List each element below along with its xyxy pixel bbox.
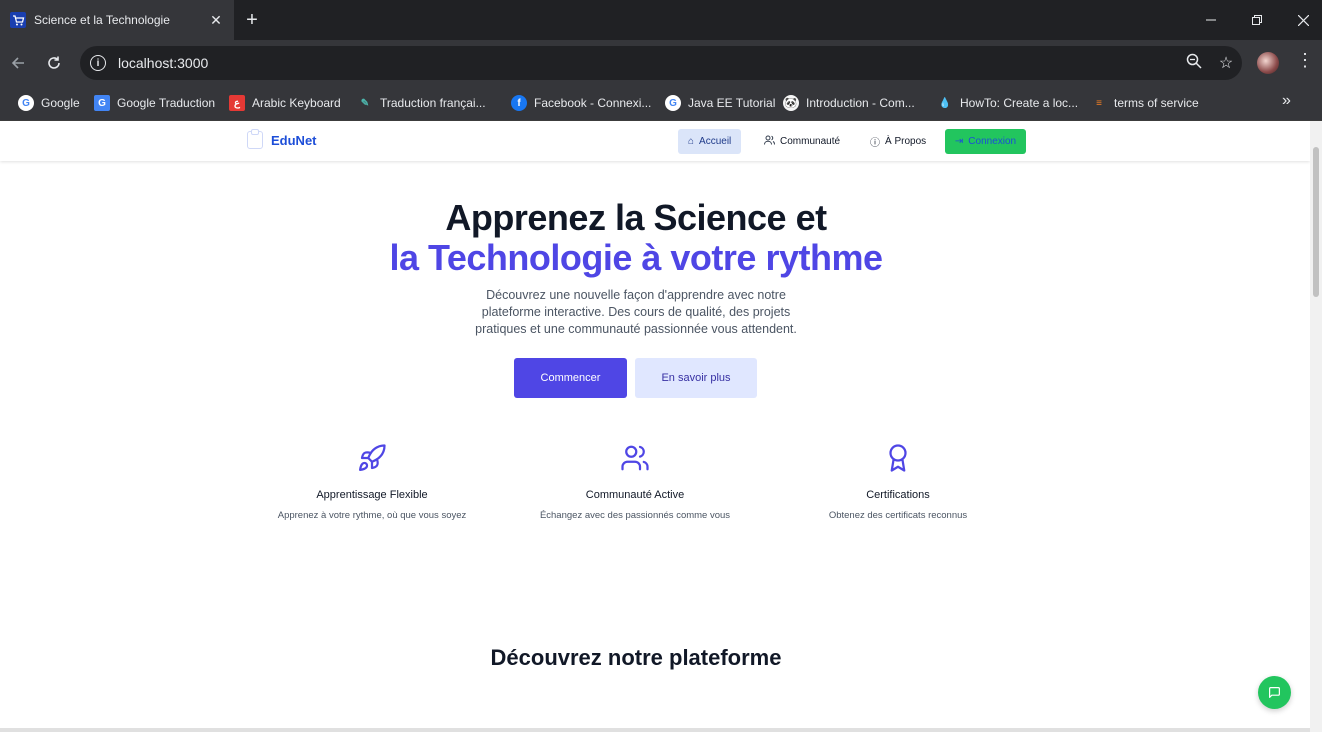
cart-icon [10,12,26,28]
bookmark-label: Facebook - Connexi... [534,96,652,110]
address-bar[interactable]: i localhost:3000 ☆ [80,46,1242,80]
info-icon: ⓘ [870,138,880,149]
bookmark-label: Arabic Keyboard [252,96,341,110]
users-icon [764,135,775,148]
award-icon [889,444,907,472]
bookmark-item[interactable]: f Facebook - Connexi... [511,93,651,113]
bookmark-label: Java EE Tutorial [688,96,776,110]
tab-strip: Science et la Technologie ✕ + [0,0,1322,40]
restore-button[interactable] [1234,0,1280,40]
clipboard-icon [247,129,263,149]
nav-link-home[interactable]: ⌂ Accueil [678,129,742,154]
home-icon: ⌂ [688,136,695,147]
feature-card: Certifications Obtenez des certificats r… [768,443,1028,521]
start-button[interactable]: Commencer [514,358,627,398]
brand-logo[interactable]: EduNet [247,129,317,149]
bookmarks-bar: G Google G Google Traduction ع Arabic Ke… [0,86,1322,121]
page-viewport: EduNet ⌂ Accueil Communauté ⓘ À Propos ⇥… [0,121,1310,732]
nav-link-community[interactable]: Communauté [754,129,850,154]
bookmark-item[interactable]: 💧 HowTo: Create a loc... [937,93,1078,113]
minimize-button[interactable] [1188,0,1234,40]
feature-card: Communauté Active Échangez avec des pass… [505,443,765,521]
reload-icon[interactable] [41,50,67,76]
hero-subtitle: Découvrez une nouvelle façon d'apprendre… [475,288,797,336]
translation-icon: ✎ [360,97,370,109]
horizontal-scrollbar[interactable] [0,728,1310,732]
bookmark-label: Traduction françai... [380,96,486,110]
nav-link-label: Accueil [699,136,732,147]
nav-link-label: À Propos [885,136,927,147]
profile-avatar[interactable] [1257,52,1279,74]
nav-link-about[interactable]: ⓘ À Propos [860,129,936,154]
bookmark-label: HowTo: Create a loc... [960,96,1079,110]
bookmark-label: terms of service [1114,96,1199,110]
bookmark-item[interactable]: 🐼 Introduction - Com... [783,93,915,113]
drupal-icon: 💧 [938,97,952,109]
bookmark-item[interactable]: ع Arabic Keyboard [229,93,341,113]
browser-tab[interactable]: Science et la Technologie ✕ [0,0,234,40]
site-navbar: EduNet ⌂ Accueil Communauté ⓘ À Propos ⇥… [0,121,1310,161]
feature-title: Apprentissage Flexible [316,489,428,501]
feature-title: Certifications [866,489,930,501]
hero-title-line2: la Technologie à votre rythme [389,237,883,278]
bookmark-label: Google [41,96,80,110]
menu-kebab-icon[interactable]: ⋮ [1296,50,1314,71]
bookmark-item[interactable]: ≡ terms of service [1091,93,1199,113]
site-info-icon[interactable]: i [90,55,106,71]
login-label: Connexion [968,136,1017,147]
close-window-button[interactable] [1280,0,1322,40]
bookmark-item[interactable]: ✎ Traduction françai... [357,93,486,113]
bookmark-star-icon[interactable]: ☆ [1210,53,1242,73]
bookmark-item[interactable]: G Google [18,93,80,113]
tab-title: Science et la Technologie [34,13,170,27]
url-text[interactable]: localhost:3000 [118,55,1178,71]
google-icon: G [665,95,681,111]
vertical-scrollbar[interactable] [1310,121,1322,732]
feature-description: Obtenez des certificats reconnus [828,510,968,521]
zoom-icon[interactable] [1178,53,1210,74]
panda-icon: 🐼 [783,95,799,111]
rocket-icon [359,444,386,471]
back-arrow-icon[interactable] [5,50,31,76]
feature-description: Apprenez à votre rythme, où que vous soy… [277,510,467,521]
stackoverflow-icon: ≡ [1096,97,1102,109]
close-tab-icon[interactable]: ✕ [208,12,224,29]
feature-description: Échangez avec des passionnés comme vous [539,510,731,521]
bookmark-item[interactable]: G Java EE Tutorial [665,93,775,113]
feature-title: Communauté Active [585,489,685,501]
bookmark-item[interactable]: G Google Traduction [94,93,215,113]
hero-title-line1: Apprenez la Science et [445,197,827,238]
feature-card: Apprentissage Flexible Apprenez à votre … [242,443,502,521]
learn-more-button[interactable]: En savoir plus [635,358,757,398]
chat-button[interactable] [1258,676,1291,709]
chat-icon [1269,687,1280,698]
login-button[interactable]: ⇥ Connexion [945,129,1026,154]
google-icon: G [18,95,34,111]
arabic-keyboard-icon: ع [229,95,245,111]
nav-link-label: Communauté [780,136,841,147]
section-title: Découvrez notre plateforme [490,645,782,670]
bookmark-label: Google Traduction [117,96,216,110]
more-bookmarks-icon[interactable]: » [1282,92,1291,110]
new-tab-button[interactable]: + [242,10,262,30]
google-translate-icon: G [94,95,110,111]
brand-name: EduNet [271,132,317,148]
bookmark-label: Introduction - Com... [806,96,915,110]
facebook-icon: f [511,95,527,111]
login-icon: ⇥ [954,136,964,147]
browser-toolbar: i localhost:3000 ☆ ⋮ [0,40,1322,86]
scrollbar-thumb[interactable] [1313,147,1319,297]
users-icon [621,445,649,471]
